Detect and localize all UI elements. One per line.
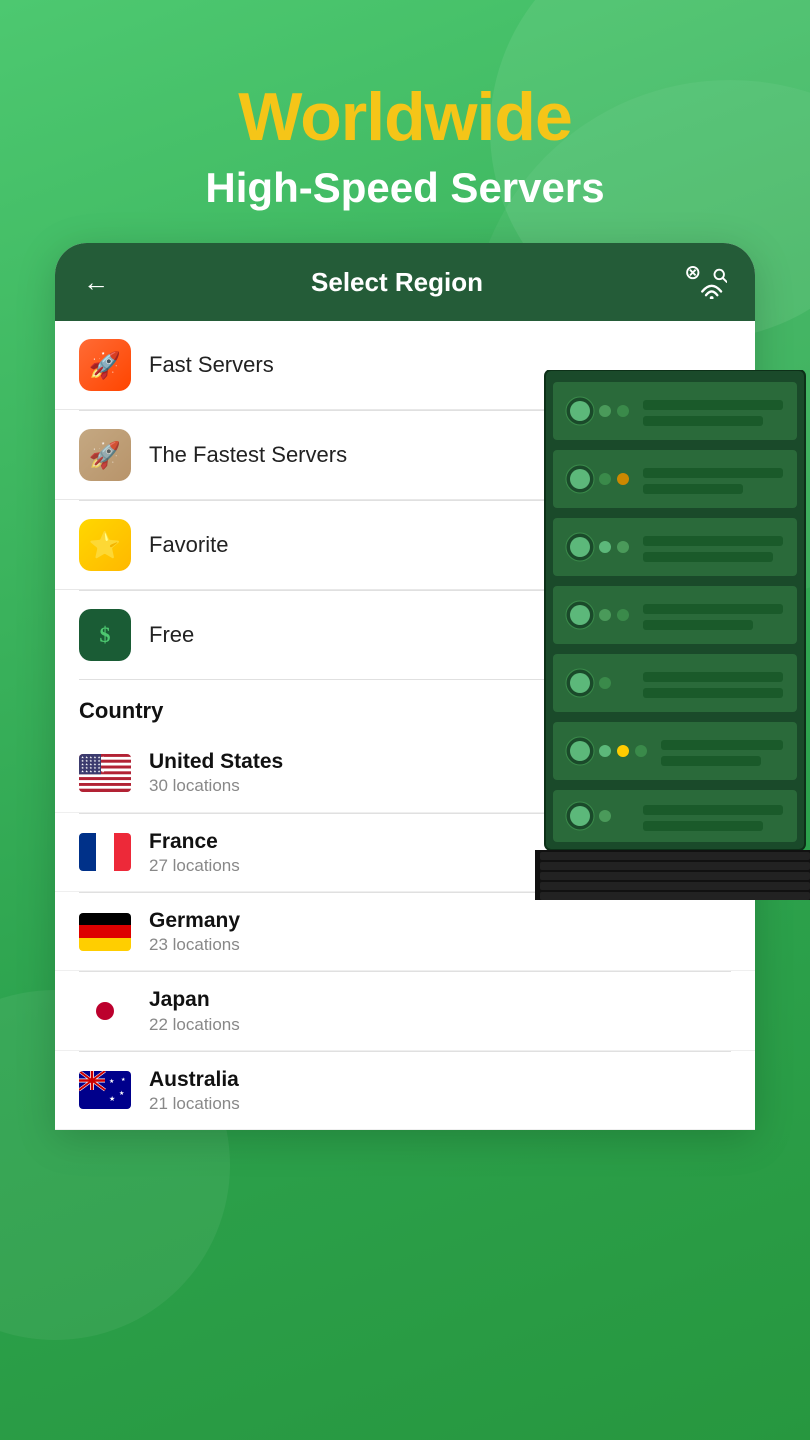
country-name-au: Australia xyxy=(149,1066,731,1093)
svg-text:★: ★ xyxy=(109,1078,114,1085)
country-locations-au: 21 locations xyxy=(149,1093,731,1115)
card-header: ← Select Region xyxy=(55,243,755,321)
country-item-au[interactable]: ★ ★ ★ ★ Australia 21 locations xyxy=(55,1052,755,1130)
country-item-jp[interactable]: Japan 22 locations xyxy=(55,972,755,1050)
flag-de xyxy=(79,913,131,951)
svg-text:★ ★ ★ ★ ★ ★: ★ ★ ★ ★ ★ ★ xyxy=(81,769,106,773)
free-icon: $ xyxy=(79,609,131,661)
country-info-jp: Japan 22 locations xyxy=(149,986,731,1035)
card-title: Select Region xyxy=(109,267,685,298)
country-info-au: Australia 21 locations xyxy=(149,1066,731,1115)
country-header-text: Country xyxy=(79,698,163,723)
header-title-line2: High-Speed Servers xyxy=(0,163,810,213)
flag-fr xyxy=(79,833,131,871)
flag-jp-circle xyxy=(96,1002,114,1020)
country-name-jp: Japan xyxy=(149,986,731,1013)
country-locations-de: 23 locations xyxy=(149,934,731,956)
fast-servers-icon: 🚀 xyxy=(79,339,131,391)
svg-text:★: ★ xyxy=(121,1077,126,1083)
header-title-line1: Worldwide xyxy=(0,80,810,155)
back-button[interactable]: ← xyxy=(83,269,109,295)
svg-text:★: ★ xyxy=(109,1095,115,1103)
flag-jp xyxy=(79,992,131,1030)
server-rack-illustration xyxy=(535,370,810,915)
svg-text:★: ★ xyxy=(119,1090,124,1097)
header-section: Worldwide High-Speed Servers xyxy=(0,0,810,243)
flag-us: ★ ★ ★ ★ ★ ★ ★ ★ ★ ★ ★ ★ ★ ★ ★ ★ ★ ★ ★ ★ … xyxy=(79,754,131,792)
wifi-search-icon[interactable] xyxy=(685,265,727,299)
flag-au: ★ ★ ★ ★ xyxy=(79,1071,131,1109)
favorite-icon: ⭐ xyxy=(79,519,131,571)
country-locations-jp: 22 locations xyxy=(149,1014,731,1036)
fastest-servers-icon: 🚀 xyxy=(79,429,131,481)
